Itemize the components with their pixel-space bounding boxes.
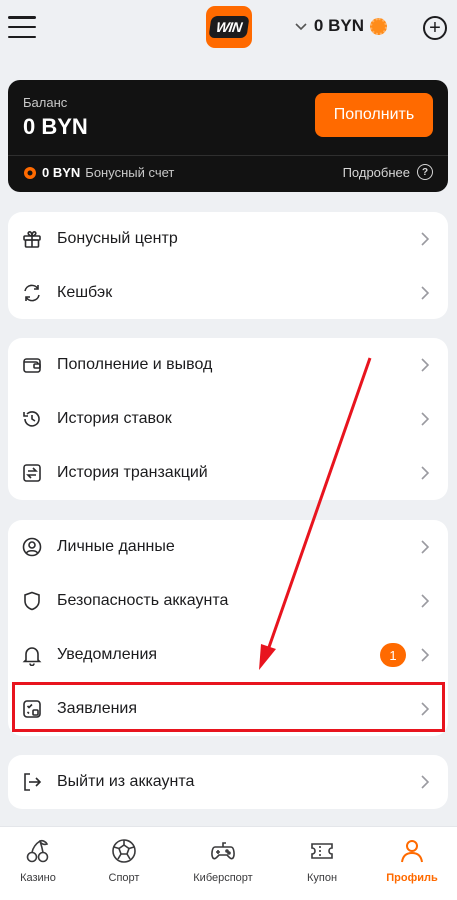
nav-label: Купон bbox=[306, 872, 338, 884]
refresh-icon bbox=[24, 284, 40, 302]
balance-label: Баланс bbox=[23, 95, 68, 110]
notification-count-badge: 1 bbox=[380, 643, 406, 667]
bonus-label: Бонусный счет bbox=[85, 165, 175, 180]
user-icon bbox=[22, 537, 42, 557]
nav-profile[interactable]: Профиль bbox=[367, 827, 457, 900]
menu-group-finance: Пополнение и вывод История ставок Истори… bbox=[8, 338, 448, 500]
menu-item-label: Уведомления bbox=[57, 646, 158, 663]
balance-card: Баланс 0 BYN Пополнить 0 BYN Бонусный сч… bbox=[8, 80, 448, 192]
divider bbox=[8, 155, 448, 156]
menu-item-bet-history[interactable]: История ставок bbox=[8, 392, 448, 446]
document-icon bbox=[23, 700, 41, 718]
nav-coupon[interactable]: Купон bbox=[277, 827, 367, 900]
question-icon: ? bbox=[417, 164, 433, 180]
chevron-right-icon bbox=[421, 648, 430, 662]
add-funds-icon[interactable]: + bbox=[423, 16, 447, 40]
nav-sport[interactable]: Спорт bbox=[79, 827, 169, 900]
menu-item-bonus-center[interactable]: Бонусный центр bbox=[8, 212, 448, 266]
menu-item-account-security[interactable]: Безопасность аккаунта bbox=[8, 574, 448, 628]
menu-item-label: История транзакций bbox=[57, 464, 208, 481]
ball-icon bbox=[112, 839, 136, 863]
header-balance-amount: 0 BYN bbox=[313, 16, 364, 35]
menu-item-label: Бонусный центр bbox=[57, 230, 178, 247]
chevron-right-icon bbox=[421, 594, 430, 608]
nav-label: Казино bbox=[20, 872, 56, 884]
menu-item-applications[interactable]: Заявления bbox=[8, 682, 448, 736]
chevron-right-icon bbox=[421, 286, 430, 300]
bonus-account: 0 BYN Бонусный счет bbox=[23, 165, 174, 180]
details-label: Подробнее bbox=[342, 164, 410, 180]
menu-item-notifications[interactable]: Уведомления 1 bbox=[8, 628, 448, 682]
menu-item-label: Выйти из аккаунта bbox=[57, 773, 195, 790]
menu-group-logout: Выйти из аккаунта bbox=[8, 755, 448, 809]
transfer-icon bbox=[23, 464, 41, 482]
nav-esports[interactable]: Киберспорт bbox=[178, 827, 268, 900]
shield-icon bbox=[24, 591, 40, 611]
nav-casino[interactable]: Казино bbox=[0, 827, 83, 900]
chevron-right-icon bbox=[421, 232, 430, 246]
ticket-icon bbox=[311, 843, 333, 859]
chevron-right-icon bbox=[421, 775, 430, 789]
balance-amount: 0 BYN bbox=[23, 114, 88, 139]
menu-item-label: Безопасность аккаунта bbox=[57, 592, 229, 609]
menu-item-transaction-history[interactable]: История транзакций bbox=[8, 446, 448, 500]
menu-item-label: Личные данные bbox=[57, 538, 175, 555]
profile-icon bbox=[401, 840, 423, 863]
menu-item-label: Пополнение и вывод bbox=[57, 356, 213, 373]
logo-text: WIN bbox=[215, 19, 243, 35]
history-icon bbox=[23, 411, 40, 427]
gamepad-icon bbox=[211, 842, 235, 860]
chevron-right-icon bbox=[421, 466, 430, 480]
menu-group-bonus: Бонусный центр Кешбэк bbox=[8, 212, 448, 319]
bonus-coin-icon bbox=[24, 166, 36, 179]
hamburger-menu-icon[interactable] bbox=[8, 14, 36, 40]
bell-icon bbox=[22, 647, 42, 666]
logo[interactable]: WIN bbox=[206, 6, 252, 48]
chevron-down-icon bbox=[295, 23, 307, 31]
menu-group-account: Личные данные Безопасность аккаунта Увед… bbox=[8, 520, 448, 736]
nav-label: Спорт bbox=[108, 872, 140, 884]
logout-icon bbox=[24, 773, 42, 791]
menu-item-logout[interactable]: Выйти из аккаунта bbox=[8, 755, 448, 809]
menu-item-deposit-withdraw[interactable]: Пополнение и вывод bbox=[8, 338, 448, 392]
top-bar: WIN 0 BYN + bbox=[0, 0, 457, 58]
bottom-nav: Казино Спорт Киберспорт Купон Профиль bbox=[0, 826, 457, 900]
wallet-icon bbox=[23, 358, 41, 373]
nav-label: Киберспорт bbox=[193, 872, 253, 884]
chevron-right-icon bbox=[421, 540, 430, 554]
menu-item-label: Заявления bbox=[57, 700, 138, 717]
header-balance[interactable]: 0 BYN bbox=[294, 16, 387, 36]
coin-icon bbox=[370, 17, 387, 35]
menu-item-label: История ставок bbox=[57, 410, 172, 427]
menu-item-label: Кешбэк bbox=[57, 284, 113, 301]
gift-icon bbox=[23, 231, 41, 248]
cherry-icon bbox=[26, 839, 49, 863]
menu-item-personal-data[interactable]: Личные данные bbox=[8, 520, 448, 574]
chevron-right-icon bbox=[421, 702, 430, 716]
menu-item-cashback[interactable]: Кешбэк bbox=[8, 266, 448, 320]
details-link[interactable]: Подробнее ? bbox=[343, 164, 433, 180]
chevron-right-icon bbox=[421, 412, 430, 426]
deposit-button[interactable]: Пополнить bbox=[315, 93, 433, 137]
chevron-right-icon bbox=[421, 358, 430, 372]
bonus-amount: 0 BYN bbox=[42, 165, 81, 180]
nav-label: Профиль bbox=[386, 872, 438, 884]
